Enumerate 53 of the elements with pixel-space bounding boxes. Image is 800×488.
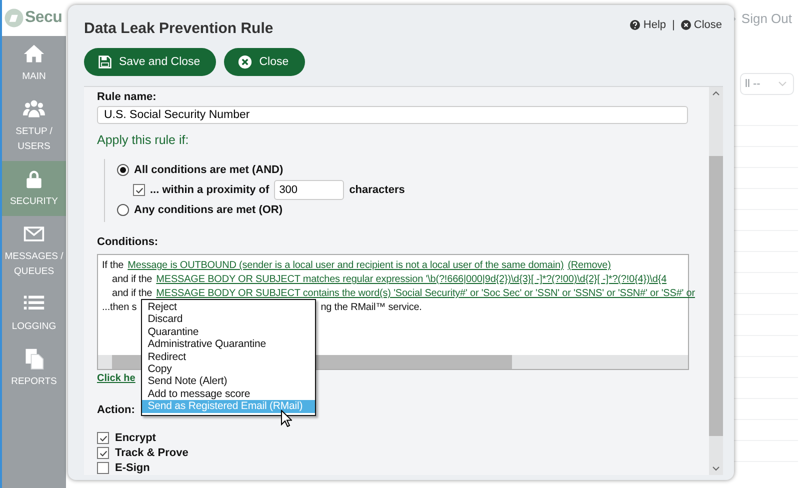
- vertical-scrollbar[interactable]: [709, 87, 723, 475]
- menu-item[interactable]: Send Note (Alert): [142, 375, 315, 388]
- condition-link[interactable]: MESSAGE BODY OR SUBJECT matches regular expression '\b(?!666|000|9d{2})\d{3}[ -]*?(?!00)\d{2}[ -]*?(?!0{4})\d{4: [156, 274, 667, 285]
- help-icon: [630, 20, 640, 30]
- menu-item[interactable]: Redirect: [142, 350, 315, 364]
- checkbox[interactable]: [97, 447, 109, 459]
- action-label: Action:: [97, 404, 135, 416]
- condition-text: ...then s: [102, 302, 137, 313]
- checkbox[interactable]: [133, 184, 145, 196]
- conditions-label: Conditions:: [97, 236, 160, 248]
- menu-item[interactable]: Quarantine: [142, 326, 315, 338]
- close-icon: [680, 20, 691, 30]
- section-heading: Apply this rule if:: [97, 133, 190, 147]
- checkbox[interactable]: [97, 432, 109, 444]
- help-link[interactable]: Help: [630, 19, 666, 31]
- condition-text: and if the: [112, 274, 152, 285]
- proximity-label: ... within a proximity of: [150, 184, 270, 196]
- dialog-title: Data Leak Prevention Rule: [84, 20, 274, 37]
- menu-item[interactable]: Reject: [142, 301, 315, 314]
- save-icon: [98, 55, 112, 69]
- condition-link[interactable]: Message is OUTBOUND (sender is a local user and recipient is not a local user of the same domain): [128, 260, 564, 271]
- close-link[interactable]: Close: [680, 19, 722, 31]
- checkbox[interactable]: [97, 462, 109, 474]
- close-button[interactable]: Close: [224, 48, 305, 76]
- checkbox-label: Track & Prove: [115, 447, 188, 459]
- radio[interactable]: [117, 164, 129, 176]
- rule-name-label: Rule name:: [97, 91, 158, 103]
- condition-text: ng the RMail™ service.: [320, 302, 422, 313]
- document-icon: [23, 348, 45, 370]
- separator: |: [672, 19, 675, 31]
- condition-text: If the: [102, 260, 124, 271]
- condition-link[interactable]: MESSAGE BODY OR SUBJECT contains the word(s) 'Social Security#' or 'Soc Sec' or 'SSN' or 'SSNS' or 'SSN#' or 'SS#' or: [156, 288, 695, 299]
- unit-label: characters: [349, 184, 405, 196]
- users-icon: [23, 98, 45, 120]
- menu-item[interactable]: Copy: [142, 363, 315, 376]
- home-icon: [23, 43, 45, 65]
- radio-option[interactable]: All conditions are met (AND): [117, 164, 696, 176]
- logo-text: Secu: [25, 9, 62, 27]
- radio-option[interactable]: Any conditions are met (OR): [117, 204, 696, 216]
- condition-text: and if the: [112, 288, 152, 299]
- menu-item[interactable]: Discard: [142, 313, 315, 326]
- rule-name-field[interactable]: U.S. Social Security Number: [97, 106, 688, 124]
- proximity-field[interactable]: 300: [274, 180, 344, 200]
- menu-item[interactable]: Add to message score: [142, 388, 315, 400]
- condition-link[interactable]: (Remove): [568, 260, 611, 271]
- close-icon: [238, 55, 252, 69]
- add-condition-link[interactable]: Click he: [97, 373, 136, 384]
- menu-item[interactable]: Administrative Quarantine: [142, 338, 315, 351]
- radio[interactable]: [117, 204, 129, 216]
- save-close-button[interactable]: Save and Close: [84, 48, 216, 76]
- chevron-icon: [778, 81, 787, 87]
- checkbox-label: Encrypt: [115, 432, 156, 444]
- checkbox-label: E-Sign: [115, 462, 150, 474]
